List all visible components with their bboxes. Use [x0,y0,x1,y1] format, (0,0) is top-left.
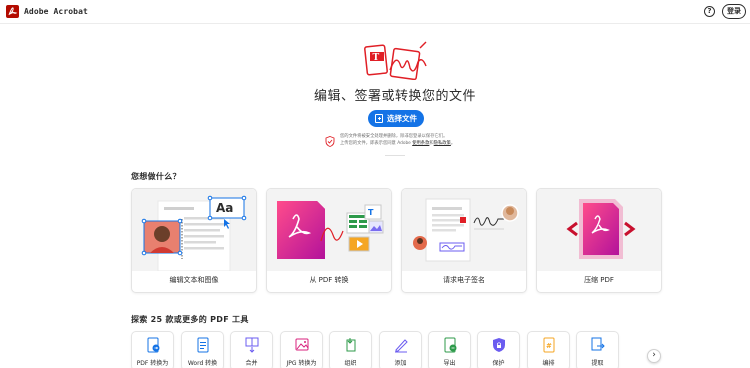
svg-text:T: T [373,53,380,63]
merge-icon [245,337,259,353]
edit-illustration-icon [132,189,256,272]
privacy-policy-link[interactable]: 隐私政策 [434,141,451,146]
tool-label: 编排 [542,360,555,367]
export-icon [444,337,457,353]
privacy-notice: 您的文件将被安全处理并删除，除非您登录以保存它们。 上传您的文件，即表示您同意 … [325,133,485,147]
chevron-right-icon[interactable]: › [647,349,661,363]
tool-label: JPG 转换为 [286,360,317,367]
pdf-convert-icon [147,337,160,353]
organize-icon [346,338,356,352]
tool-label: 提取 [591,360,604,367]
shield-icon [325,136,335,147]
privacy-line-1: 您的文件将被安全处理并删除，除非您登录以保存它们。 [340,134,448,139]
word-convert-icon [197,337,209,353]
tool-merge[interactable]: 合并 [230,331,273,368]
add-sign-icon [395,339,408,353]
edit-text-sample: Aa [216,201,234,215]
card-request-esign[interactable]: 请求电子签名 [401,188,527,293]
tool-jpg-convert[interactable]: JPG 转换为 [280,331,323,368]
tool-label: 组织 [344,360,357,367]
app-name: Adobe Acrobat [24,7,88,16]
card-edit-text-images[interactable]: Aa 编辑文本和图像 [131,188,257,293]
compress-illustration-icon [537,189,661,271]
file-add-icon [375,114,383,123]
tool-extract[interactable]: 提取 [576,331,619,368]
tool-add-signature[interactable]: 添加 [379,331,422,368]
card-convert-label: 从 PDF 转换 [309,276,349,284]
number-pages-icon: # [543,337,555,353]
convert-illustration-icon: T [267,189,391,271]
divider [385,155,405,156]
svg-text:T: T [368,208,374,217]
acrobat-logo-icon [6,5,19,18]
card-convert-from-pdf[interactable]: T 从 PDF 转换 [266,188,392,293]
tool-label: 添加 [394,360,407,367]
jpg-convert-icon [295,338,309,351]
tool-organize[interactable]: 组织 [329,331,372,368]
card-compress-label: 压缩 PDF [584,276,614,284]
help-icon[interactable]: ? [704,6,715,17]
tool-pdf-convert[interactable]: PDF 转换为 [131,331,174,368]
tool-label: 合并 [245,360,258,367]
tool-number-pages[interactable]: # 编排 [527,331,570,368]
login-button[interactable]: 登录 [722,4,746,19]
hero-title: 编辑、签署或转换您的文件 [313,89,476,104]
select-file-label: 选择文件 [387,114,417,123]
tool-word-convert[interactable]: Word 转换 [181,331,224,368]
tool-label: PDF 转换为 [136,360,169,367]
protect-icon [493,338,505,352]
top-bar: Adobe Acrobat ? 登录 [0,0,750,24]
card-esign-label: 请求电子签名 [443,276,485,284]
terms-link[interactable]: 使用条款 [412,141,429,146]
tools-section-title: 探索 25 款或更多的 PDF 工具 [131,315,249,324]
edit-sign-illustration-icon: T [362,40,430,81]
extract-icon [591,337,605,351]
card-compress-pdf[interactable]: 压缩 PDF [536,188,662,293]
privacy-end: 。 [450,141,456,146]
tool-export[interactable]: 导出 [428,331,471,368]
esign-illustration-icon [402,189,526,271]
card-edit-label: 编辑文本和图像 [169,276,219,284]
tool-label: 导出 [443,360,456,367]
privacy-line-2: 上传您的文件，即表示您同意 Adobe [340,141,413,146]
select-file-button[interactable]: 选择文件 [368,110,424,127]
tool-protect[interactable]: 保护 [477,331,520,368]
tool-label: Word 转换 [187,360,218,367]
brand[interactable]: Adobe Acrobat [6,5,88,18]
tasks-section-title: 您想做什么？ [131,172,181,181]
tool-label: 保护 [492,360,505,367]
svg-text:#: # [546,342,552,350]
